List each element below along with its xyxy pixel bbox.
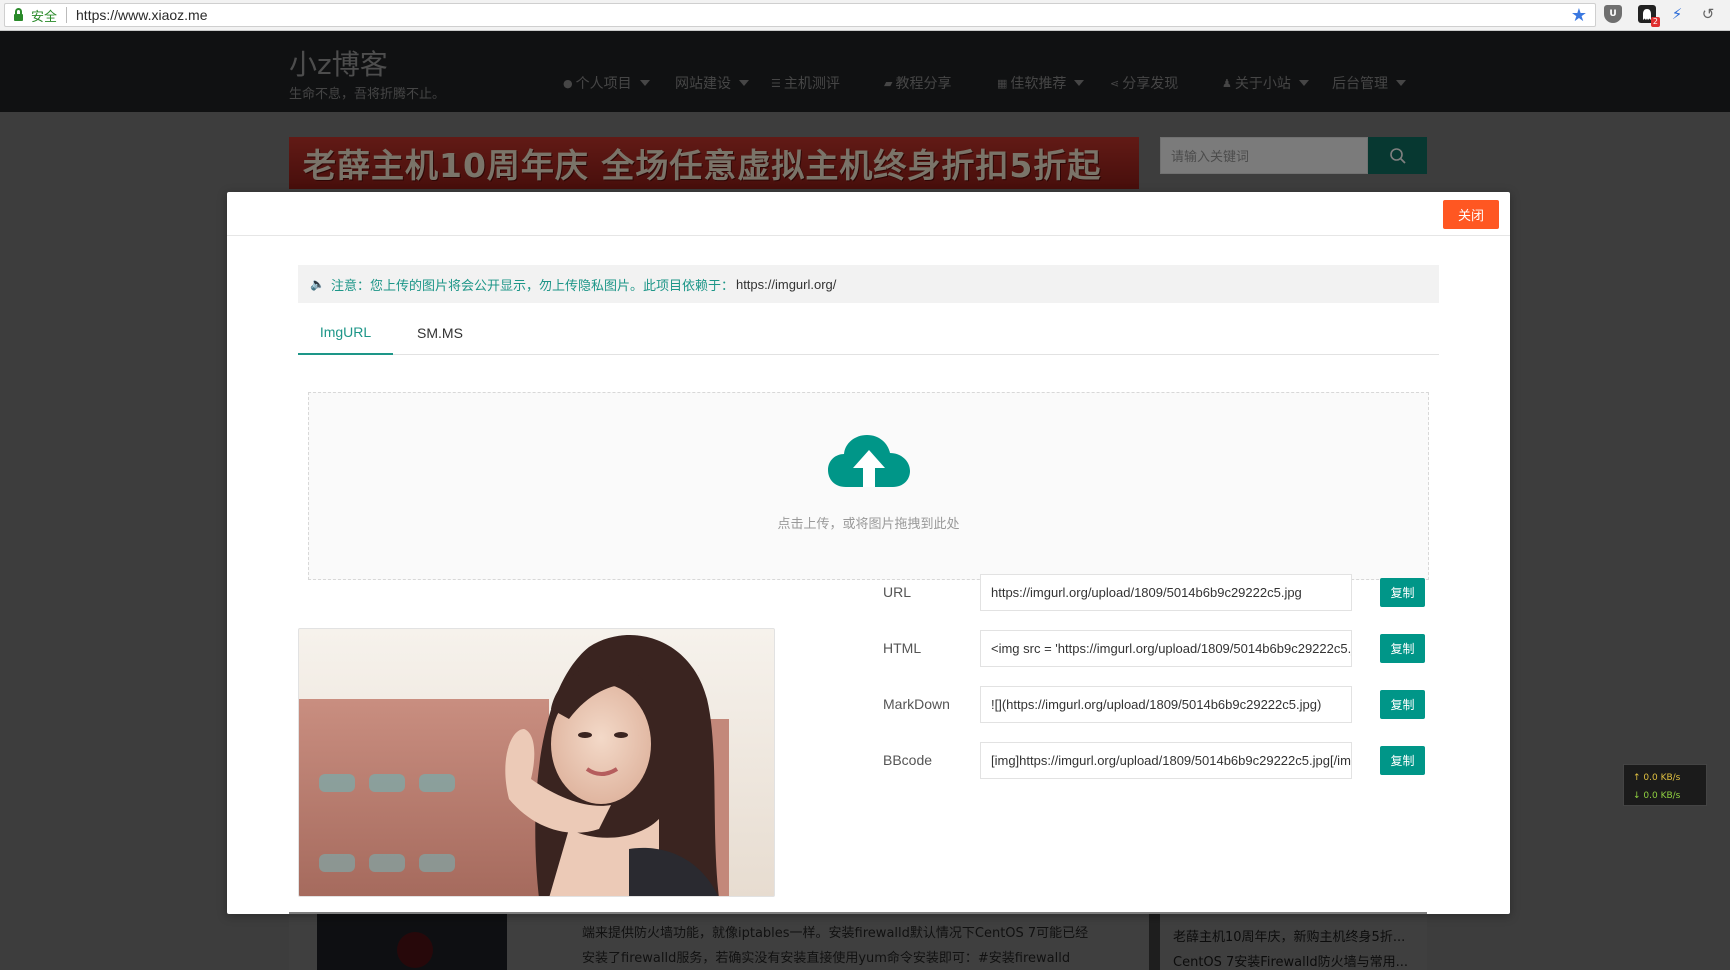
url-text[interactable]: https://www.xiaoz.me [76, 7, 208, 23]
markdown-field[interactable]: ![](https://imgurl.org/upload/1809/5014b… [980, 686, 1352, 723]
notice-bar: 🔈 注意：您上传的图片将会公开显示，勿上传隐私图片。此项目依赖于： https:… [298, 265, 1439, 303]
upload-speed: ↑ 0.0 KB/s [1633, 773, 1681, 783]
extension-badge: 2 [1650, 17, 1660, 27]
bookmark-star-icon[interactable]: ★ [1571, 5, 1587, 26]
download-speed: ↓ 0.0 KB/s [1633, 791, 1681, 801]
html-field[interactable]: <img src = 'https://imgurl.org/upload/18… [980, 630, 1352, 667]
copy-bbcode-button[interactable]: 复制 [1380, 746, 1425, 775]
url-field[interactable]: https://imgurl.org/upload/1809/5014b6b9c… [980, 574, 1352, 611]
copy-url-button[interactable]: 复制 [1380, 578, 1425, 607]
tab-smms[interactable]: SM.MS [393, 310, 487, 355]
modal-header: 关闭 [227, 192, 1510, 236]
link-label-markdown: MarkDown [883, 696, 950, 712]
lock-icon [14, 7, 23, 21]
bolt-extension-icon[interactable]: ⚡ [1668, 5, 1686, 23]
tab-imgurl[interactable]: ImgURL [298, 310, 393, 355]
upload-tabs: ImgURL SM.MS [298, 310, 1439, 355]
upload-dropzone[interactable]: 点击上传，或将图片拖拽到此处 [308, 392, 1429, 580]
speaker-icon: 🔈 [310, 277, 325, 291]
link-label-bbcode: BBcode [883, 752, 933, 768]
bbcode-field[interactable]: [img]https://imgurl.org/upload/1809/5014… [980, 742, 1352, 779]
uploaded-image-preview [298, 628, 775, 897]
copy-html-button[interactable]: 复制 [1380, 634, 1425, 663]
cloud-upload-icon [828, 435, 910, 487]
image-upload-modal: 关闭 🔈 注意：您上传的图片将会公开显示，勿上传隐私图片。此项目依赖于： htt… [227, 192, 1510, 914]
link-label-url: URL [883, 584, 912, 600]
history-icon[interactable]: ↺ [1699, 5, 1717, 23]
browser-toolbar: 安全 https://www.xiaoz.me ★ U 2 ⚡ ↺ [0, 0, 1730, 31]
upload-hint: 点击上传，或将图片拖拽到此处 [777, 517, 960, 532]
photo-of-woman [299, 629, 774, 896]
ghostery-extension-icon[interactable]: 2 [1638, 5, 1660, 27]
link-label-html: HTML [883, 640, 922, 656]
copy-markdown-button[interactable]: 复制 [1380, 690, 1425, 719]
secure-label: 安全 [31, 9, 58, 25]
ublock-extension-icon[interactable]: U [1604, 5, 1622, 23]
notice-url: https://imgurl.org/ [735, 276, 837, 292]
close-button[interactable]: 关闭 [1443, 200, 1499, 229]
address-bar[interactable]: 安全 https://www.xiaoz.me ★ [4, 3, 1596, 27]
notice-text: 注意：您上传的图片将会公开显示，勿上传隐私图片。此项目依赖于： [330, 278, 734, 294]
content-dim [289, 912, 1427, 970]
network-speed-widget: ↑ 0.0 KB/s ↓ 0.0 KB/s [1623, 764, 1707, 806]
url-divider [66, 7, 68, 23]
